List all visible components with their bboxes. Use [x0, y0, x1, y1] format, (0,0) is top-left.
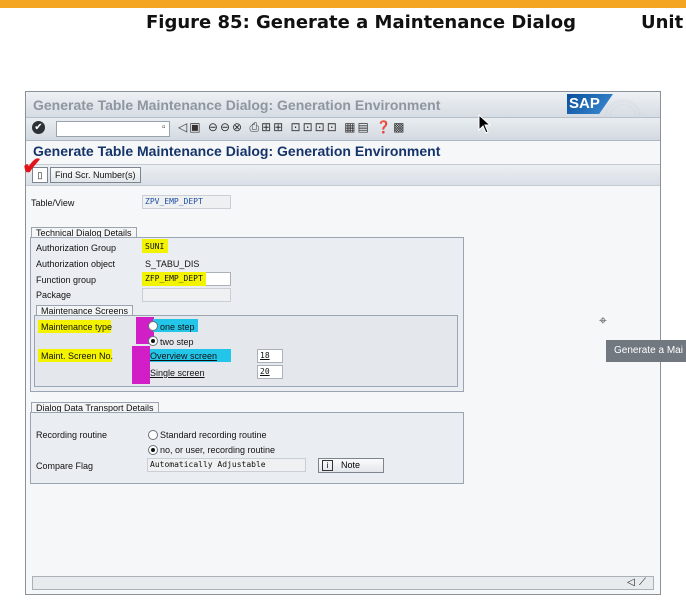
- mouse-cursor-icon: [478, 114, 492, 134]
- tooltip: Generate a Mai: [606, 340, 686, 362]
- overview-field[interactable]: 18: [257, 349, 283, 363]
- note-label: Note: [341, 460, 361, 470]
- compare-flag-field: Automatically Adjustable: [147, 458, 306, 472]
- two-step-radio[interactable]: [148, 336, 158, 346]
- help-icon[interactable]: ❓: [376, 120, 393, 134]
- application-toolbar: ▯ Find Scr. Number(s): [26, 164, 660, 186]
- find-icon[interactable]: ⊞: [261, 120, 273, 134]
- standard-toolbar: ✔ ▫ ◁▣ ⊖⊖⊗ ⎙⊞⊞ ⊡⊡⊡⊡ ▦▤ ❓▩: [26, 118, 660, 141]
- function-group-label: Function group: [36, 275, 97, 285]
- new-session-icon[interactable]: ▦: [344, 120, 357, 134]
- window-titlebar: Generate Table Maintenance Dialog: Gener…: [26, 92, 660, 142]
- auth-object-label: Authorization object: [36, 259, 116, 269]
- standard-recording-radio[interactable]: [148, 430, 158, 440]
- table-view-field: ZPV_EMP_DEPT: [142, 195, 231, 209]
- next-page-icon[interactable]: ⊡: [315, 120, 327, 134]
- save-icon[interactable]: ▣: [189, 120, 202, 134]
- magenta-mark-2: [132, 346, 150, 384]
- window-title: Generate Table Maintenance Dialog: Gener…: [33, 97, 441, 113]
- table-view-label: Table/View: [31, 198, 75, 208]
- enter-icon[interactable]: ✔: [32, 121, 45, 134]
- find-next-icon[interactable]: ⊞: [273, 120, 285, 134]
- package-field: [142, 288, 231, 302]
- unit-label: Unit: [641, 12, 684, 33]
- note-button[interactable]: i Note: [318, 458, 384, 473]
- prev-page-icon[interactable]: ⊡: [303, 120, 315, 134]
- command-history-icon[interactable]: ▫: [162, 122, 166, 133]
- status-bar: ◁ ⟋: [32, 576, 654, 590]
- single-field[interactable]: 20: [257, 365, 283, 379]
- compare-flag-label: Compare Flag: [36, 461, 94, 471]
- resize-grip-icon: ⟋: [639, 577, 646, 588]
- sap-window: Generate Table Maintenance Dialog: Gener…: [25, 91, 661, 595]
- auth-group-field[interactable]: SUNI: [142, 240, 168, 254]
- orange-header-bar: [0, 0, 686, 8]
- layout-menu-icon[interactable]: ▩: [393, 120, 406, 134]
- function-group-field[interactable]: ZFP_EMP_DEPT: [142, 272, 210, 286]
- overview-label[interactable]: Overview screen: [150, 351, 217, 361]
- first-page-icon[interactable]: ⊡: [291, 120, 303, 134]
- red-checkmark-icon: ✔: [22, 153, 43, 180]
- auth-object-value: S_TABU_DIS: [145, 259, 200, 269]
- two-step-label: two step: [160, 337, 194, 347]
- standard-recording-label: Standard recording routine: [160, 430, 267, 440]
- one-step-radio[interactable]: [148, 321, 158, 331]
- screen-title: Generate Table Maintenance Dialog: Gener…: [33, 143, 441, 159]
- exit-icon[interactable]: ⊖: [220, 120, 232, 134]
- last-page-icon[interactable]: ⊡: [327, 120, 339, 134]
- no-recording-radio[interactable]: [148, 445, 158, 455]
- back-arrow-icon[interactable]: ◁: [178, 120, 189, 134]
- info-icon: i: [322, 460, 333, 471]
- crosshair-icon: ⌖: [599, 312, 607, 328]
- cancel-icon[interactable]: ⊗: [232, 120, 244, 134]
- print-icon[interactable]: ⎙: [249, 120, 261, 134]
- recording-label: Recording routine: [36, 430, 108, 440]
- status-scroll-icon[interactable]: ◁: [627, 577, 635, 588]
- figure-title: Figure 85: Generate a Maintenance Dialog: [146, 12, 577, 33]
- auth-group-label: Authorization Group: [36, 243, 117, 253]
- toolbar-icons: ◁▣ ⊖⊖⊗ ⎙⊞⊞ ⊡⊡⊡⊡ ▦▤ ❓▩: [178, 120, 406, 135]
- shortcut-icon[interactable]: ▤: [357, 120, 370, 134]
- one-step-label: one step: [160, 322, 195, 332]
- package-label: Package: [36, 290, 72, 300]
- back-icon[interactable]: ⊖: [208, 120, 220, 134]
- screen-no-label: Maint. Screen No.: [41, 351, 114, 361]
- no-recording-label: no, or user, recording routine: [160, 445, 276, 455]
- single-label[interactable]: Single screen: [150, 368, 205, 378]
- find-screen-numbers-button[interactable]: Find Scr. Number(s): [50, 167, 141, 183]
- command-field[interactable]: [56, 121, 170, 137]
- maint-type-label: Maintenance type: [41, 322, 113, 332]
